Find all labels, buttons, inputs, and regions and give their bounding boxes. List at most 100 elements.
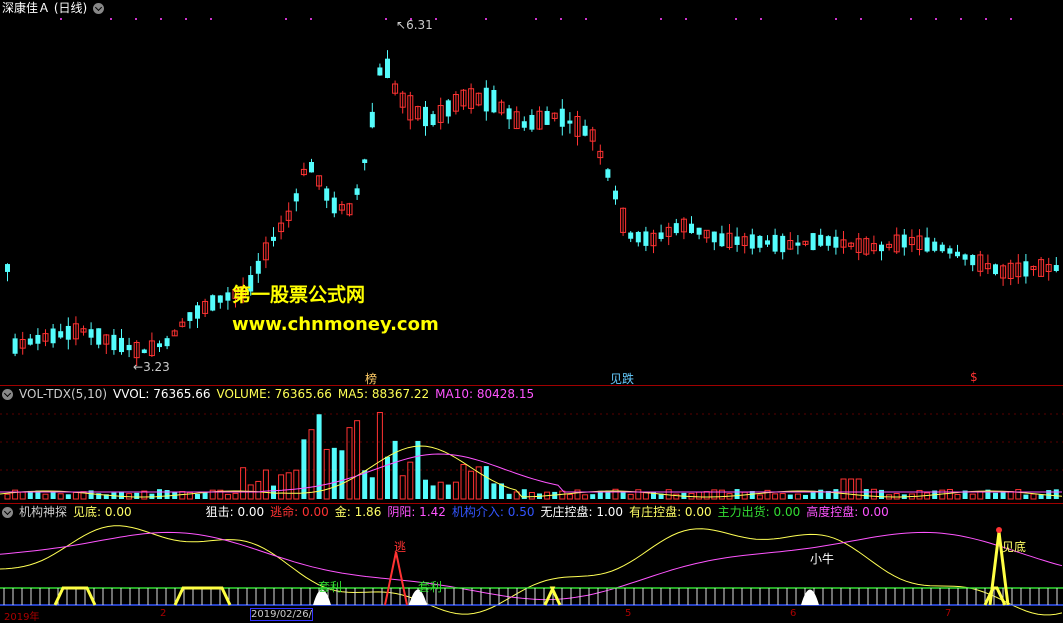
vvol-value: VVOL: 76365.66 xyxy=(113,387,211,401)
volume-bar xyxy=(582,494,589,500)
candle-body xyxy=(362,159,368,164)
volume-bar xyxy=(445,484,451,499)
candle-body xyxy=(27,338,33,345)
volume-bar xyxy=(696,491,703,500)
volume-bar xyxy=(574,489,581,500)
candle-body xyxy=(955,251,960,257)
candle-body xyxy=(582,125,588,136)
dropdown-icon[interactable] xyxy=(93,2,105,14)
volume-bar xyxy=(392,440,398,499)
stock-title: 深康佳Ａ (日线) xyxy=(2,1,88,15)
volume-bar xyxy=(893,493,900,500)
marker-dot xyxy=(935,18,937,20)
marker-dot xyxy=(910,18,912,20)
volume-bar xyxy=(741,491,748,500)
candle-body xyxy=(795,242,801,246)
volume-bar xyxy=(870,488,877,500)
volume-chart[interactable] xyxy=(0,386,1063,503)
volume-bar xyxy=(65,494,71,499)
volume-bar xyxy=(42,493,49,500)
indicator-panel[interactable]: 机构神探 见底: 0.00 狙击: 0.00 逃命: 0.00 金: 1.86 … xyxy=(0,504,1063,623)
high-price-label: ↖6.31 xyxy=(396,18,433,32)
candle-body xyxy=(5,264,10,272)
candle-body xyxy=(88,329,94,338)
candle-body xyxy=(924,237,930,252)
candle-body xyxy=(567,120,573,124)
candle-body xyxy=(164,338,170,347)
candle-body xyxy=(96,328,102,345)
marker-dot xyxy=(310,18,312,20)
candle-body xyxy=(810,233,816,251)
candle-body xyxy=(947,248,953,254)
volume-bar xyxy=(794,493,801,500)
indicator-name: 机构神探 xyxy=(19,505,68,519)
marker-dot xyxy=(285,18,287,20)
volume-bar xyxy=(12,489,19,500)
indicator-item: 见底: 0.00 xyxy=(73,505,132,519)
yinyang-line xyxy=(0,531,1063,601)
volume-bar xyxy=(848,478,855,500)
volume-bar xyxy=(362,470,368,499)
marker-dot xyxy=(560,18,562,20)
volume-bar xyxy=(339,450,345,499)
candle-body xyxy=(35,334,41,344)
candle-body xyxy=(628,232,634,239)
candle-body xyxy=(119,337,124,353)
indicator-item: 逃命: 0.00 xyxy=(270,505,329,519)
volume-bar xyxy=(703,491,710,500)
volume-panel[interactable]: VOL-TDX(5,10) VVOL: 76365.66 VOLUME: 763… xyxy=(0,386,1063,503)
candle-body xyxy=(491,89,497,113)
ma5-value: MA5: 88367.22 xyxy=(337,387,430,401)
candle-body xyxy=(385,58,390,78)
volume-bar xyxy=(803,494,808,499)
candle-body xyxy=(818,234,824,246)
volume-bar xyxy=(620,492,626,499)
volume-bar xyxy=(840,478,847,500)
dropdown-icon[interactable] xyxy=(2,388,13,400)
indicator-chart[interactable] xyxy=(0,504,1063,619)
volume-bar xyxy=(452,481,459,500)
indicator-header: 机构神探 见底: 0.00 狙击: 0.00 逃命: 0.00 金: 1.86 … xyxy=(2,505,889,519)
volume-indicator-name: VOL-TDX(5,10) xyxy=(19,387,108,401)
volume-bar xyxy=(346,427,353,500)
volume-bar xyxy=(430,485,436,499)
candle-body xyxy=(932,241,938,251)
candle-body xyxy=(225,292,231,301)
volume-bar xyxy=(407,461,414,500)
candlestick-chart[interactable] xyxy=(0,0,1063,385)
volume-bar xyxy=(1053,489,1059,499)
candle-body xyxy=(780,235,786,253)
indicator-item: 机构介入: 0.50 xyxy=(451,505,535,519)
candle-body xyxy=(506,108,512,120)
marker-dot xyxy=(735,18,737,20)
volume-bar xyxy=(271,485,276,499)
volume-bar xyxy=(1030,493,1037,500)
volume-bar xyxy=(72,491,79,500)
volume-bar xyxy=(718,489,725,500)
volume-bar xyxy=(293,469,300,500)
watermark-url: www.chnmoney.com xyxy=(232,314,439,335)
signal-profit-label: 套利 xyxy=(318,580,343,594)
dropdown-icon[interactable] xyxy=(2,506,13,518)
volume-bar xyxy=(521,489,527,499)
candle-body xyxy=(605,169,611,178)
volume-bar xyxy=(285,472,292,500)
candle-body xyxy=(521,121,527,128)
volume-bar xyxy=(423,479,428,499)
candle-body xyxy=(962,254,968,260)
volume-bar xyxy=(301,439,307,499)
marker-dot xyxy=(135,18,137,20)
candle-body xyxy=(544,111,550,125)
candle-body xyxy=(757,235,763,248)
candle-body xyxy=(643,231,649,246)
candle-body xyxy=(765,240,770,245)
bottom-signal-dot xyxy=(996,527,1002,533)
marker-dot xyxy=(685,18,687,20)
marker-dot xyxy=(210,18,212,20)
candle-body xyxy=(689,223,694,234)
volume-bar xyxy=(483,466,489,499)
price-panel[interactable]: 深康佳Ａ (日线) ↖6.31 ←3.23 榜 见跌 $ 第一股票公式网 www… xyxy=(0,0,1063,386)
volume-bar xyxy=(635,489,642,500)
candle-body xyxy=(377,67,383,76)
indicator-item: 主力出货: 0.00 xyxy=(717,505,801,519)
